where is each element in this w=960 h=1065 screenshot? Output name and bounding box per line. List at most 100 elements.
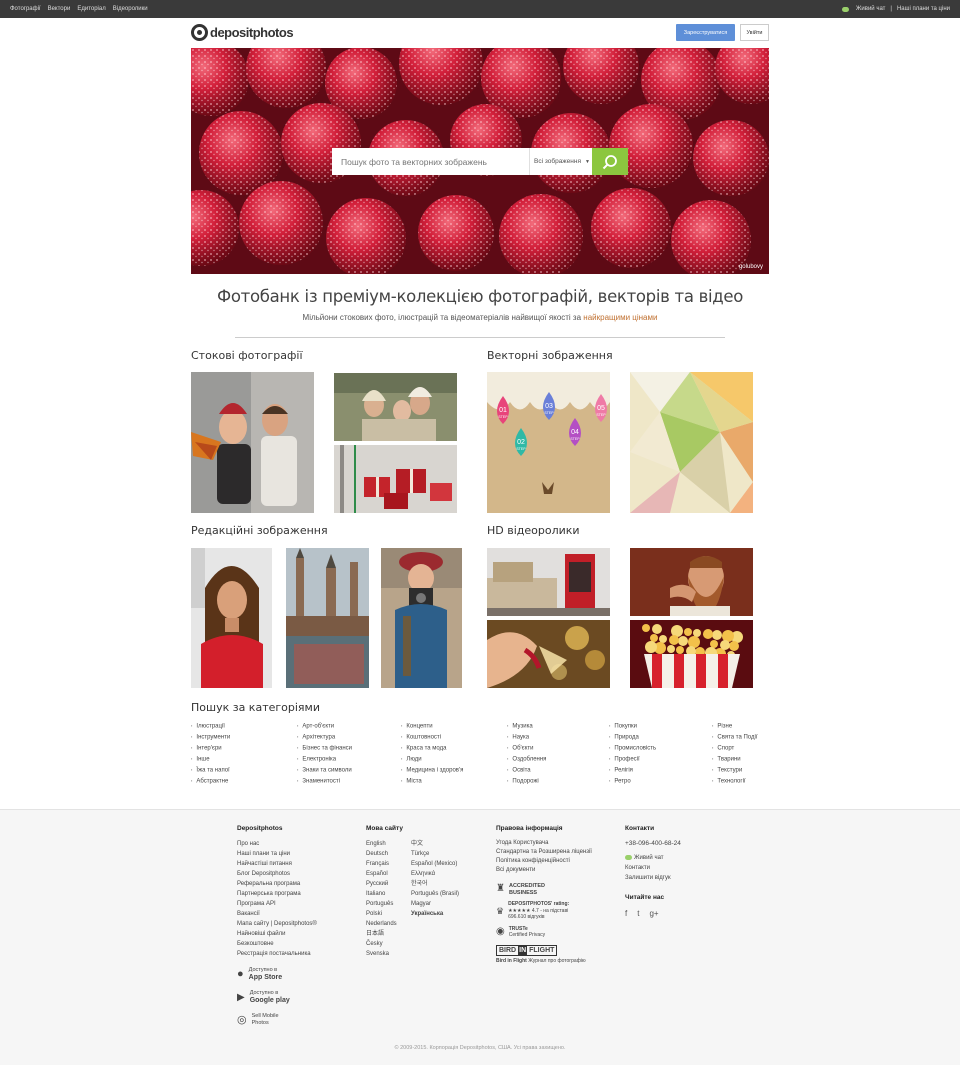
category-link[interactable]: Текстури [712, 765, 758, 776]
nav-photos[interactable]: Фотографії [10, 6, 41, 12]
nav-vectors[interactable]: Вектори [48, 6, 71, 12]
google-plus-icon[interactable]: g+ [649, 909, 658, 919]
category-link[interactable]: Знаки та символи [297, 765, 352, 776]
bbb-badge[interactable]: ♜ ACCREDITED BUSINESS [496, 883, 606, 896]
footer-link[interactable]: Polski [366, 909, 411, 919]
footer-link[interactable]: Безкоштовне [237, 939, 357, 949]
nav-editorial[interactable]: Едиторіал [77, 6, 105, 12]
category-link[interactable]: Їжа та напої [191, 765, 230, 776]
category-link[interactable]: Арт-об'єкти [297, 721, 352, 732]
section-title-vectors[interactable]: Векторні зображення [487, 349, 613, 362]
category-link[interactable]: Коштовності [401, 732, 463, 743]
footer-link[interactable]: Угода Користувача [496, 839, 606, 848]
footer-link[interactable]: Türkçe [411, 849, 471, 859]
footer-link[interactable]: Програма API [237, 899, 357, 909]
footer-link[interactable]: Найчастіші питання [237, 859, 357, 869]
footer-link[interactable]: 한국어 [411, 879, 471, 889]
footer-link[interactable]: Italiano [366, 889, 411, 899]
footer-link[interactable]: Español (Mexico) [411, 859, 471, 869]
tile-editorial-photographer[interactable] [381, 548, 462, 688]
footer-link[interactable]: Реферальна програма [237, 879, 357, 889]
footer-link[interactable]: Партнерська програма [237, 889, 357, 899]
category-link[interactable]: Покупки [609, 721, 656, 732]
search-button[interactable] [592, 148, 628, 175]
footer-live-chat[interactable]: Живий чат [625, 853, 735, 863]
tile-vector-drops[interactable]: 01 STEP 02 STEP 03 STEP 04 STEP 05 STEP [487, 372, 610, 513]
footer-link[interactable]: Вакансії [237, 909, 357, 919]
register-button[interactable]: Зареєструватися [676, 24, 735, 41]
category-link[interactable]: Ретро [609, 776, 656, 787]
search-type-select[interactable]: Всі зображення ▼ [529, 148, 592, 175]
footer-link[interactable]: Русский [366, 879, 411, 889]
footer-link[interactable]: English [366, 839, 411, 849]
bird-in-flight-logo[interactable]: BIRD IN FLIGHT [496, 944, 558, 956]
category-link[interactable]: Архітектура [297, 732, 352, 743]
footer-link[interactable]: Français [366, 859, 411, 869]
section-title-hd-video[interactable]: HD відеоролики [487, 524, 580, 537]
category-link[interactable]: Інтер'єри [191, 743, 230, 754]
category-link[interactable]: Електроніка [297, 754, 352, 765]
category-link[interactable]: Бізнес та фінанси [297, 743, 352, 754]
category-link[interactable]: Знаменитості [297, 776, 352, 787]
footer-link[interactable]: Стандартна та Розширена ліцензії [496, 848, 606, 857]
tile-video-popcorn[interactable] [630, 620, 753, 688]
footer-link[interactable]: Español [366, 869, 411, 879]
category-link[interactable]: Музика [507, 721, 546, 732]
category-link[interactable]: Спорт [712, 743, 758, 754]
footer-link[interactable]: Політика конфіденційності [496, 857, 606, 866]
rating-badge[interactable]: ♛ DEPOSITPHOTOS' rating: ★★★★★ 4.7 - на п… [496, 901, 606, 921]
tile-video-london[interactable] [487, 548, 610, 616]
tile-editorial-architecture[interactable] [286, 548, 369, 688]
footer-link[interactable]: Česky [366, 939, 411, 949]
sell-mobile-badge[interactable]: ◎ Sell Mobile Photos [237, 1013, 357, 1027]
category-link[interactable]: Медицина і здоров'я [401, 765, 463, 776]
tile-video-champagne[interactable] [487, 620, 610, 688]
footer-link[interactable]: Deutsch [366, 849, 411, 859]
category-link[interactable]: Міста [401, 776, 463, 787]
section-title-editorial[interactable]: Редакційні зображення [191, 524, 328, 537]
category-link[interactable]: Об'єкти [507, 743, 546, 754]
app-store-badge[interactable]: ● Доступно в App Store [237, 967, 357, 982]
logo[interactable]: depositphotos [191, 24, 294, 41]
footer-link[interactable]: Блог Depositphotos [237, 869, 357, 879]
category-link[interactable]: Природа [609, 732, 656, 743]
footer-link[interactable]: Português (Brasil) [411, 889, 471, 899]
tile-stock-couple[interactable] [191, 372, 314, 513]
tile-vector-polygon[interactable] [630, 372, 753, 513]
plans-link[interactable]: Наші плани та ціни [897, 6, 950, 12]
category-link[interactable]: Краса та мода [401, 743, 463, 754]
section-title-stock-photos[interactable]: Стокові фотографії [191, 349, 303, 362]
tile-stock-gifts[interactable] [334, 445, 457, 513]
category-link[interactable]: Наука [507, 732, 546, 743]
footer-contacts-link[interactable]: Контакти [625, 863, 735, 873]
tile-editorial-celebrity[interactable] [191, 548, 272, 688]
category-link[interactable]: Технології [712, 776, 758, 787]
footer-link[interactable]: Nederlands [366, 919, 411, 929]
category-link[interactable]: Інше [191, 754, 230, 765]
category-link[interactable]: Ілюстрації [191, 721, 230, 732]
category-link[interactable]: Абстрактне [191, 776, 230, 787]
phone-number[interactable]: +38-096-400-68-24 [625, 839, 735, 849]
footer-link[interactable]: 日本語 [366, 929, 411, 939]
footer-link[interactable]: Найновіші файли [237, 929, 357, 939]
category-link[interactable]: Свята та Події [712, 732, 757, 743]
footer-link[interactable]: Ελληνικά [411, 869, 471, 879]
category-link[interactable]: Оздоблення [507, 754, 546, 765]
tile-video-man[interactable] [630, 548, 753, 616]
footer-link[interactable]: Magyar [411, 899, 471, 909]
category-link[interactable]: Різне [712, 721, 758, 732]
nav-videos[interactable]: Відеоролики [113, 6, 148, 12]
footer-link[interactable]: 中文 [411, 839, 471, 849]
facebook-icon[interactable]: f [625, 909, 627, 919]
footer-link[interactable]: Svenska [366, 949, 411, 959]
twitter-icon[interactable]: t [637, 909, 639, 919]
category-link[interactable]: Люди [401, 754, 463, 765]
bird-in-flight-text[interactable]: Bird in Flight Журнал про фотографію [496, 958, 606, 964]
category-link[interactable]: Промисловість [609, 743, 656, 754]
footer-link[interactable]: Про нас [237, 839, 357, 849]
category-link[interactable]: Тварини [712, 754, 758, 765]
google-play-badge[interactable]: ▶ Доступно в Google play [237, 990, 357, 1005]
footer-link[interactable]: Наші плани та ціни [237, 849, 357, 859]
footer-feedback-link[interactable]: Залишити відгук [625, 873, 735, 883]
category-link[interactable]: Релігія [609, 765, 656, 776]
